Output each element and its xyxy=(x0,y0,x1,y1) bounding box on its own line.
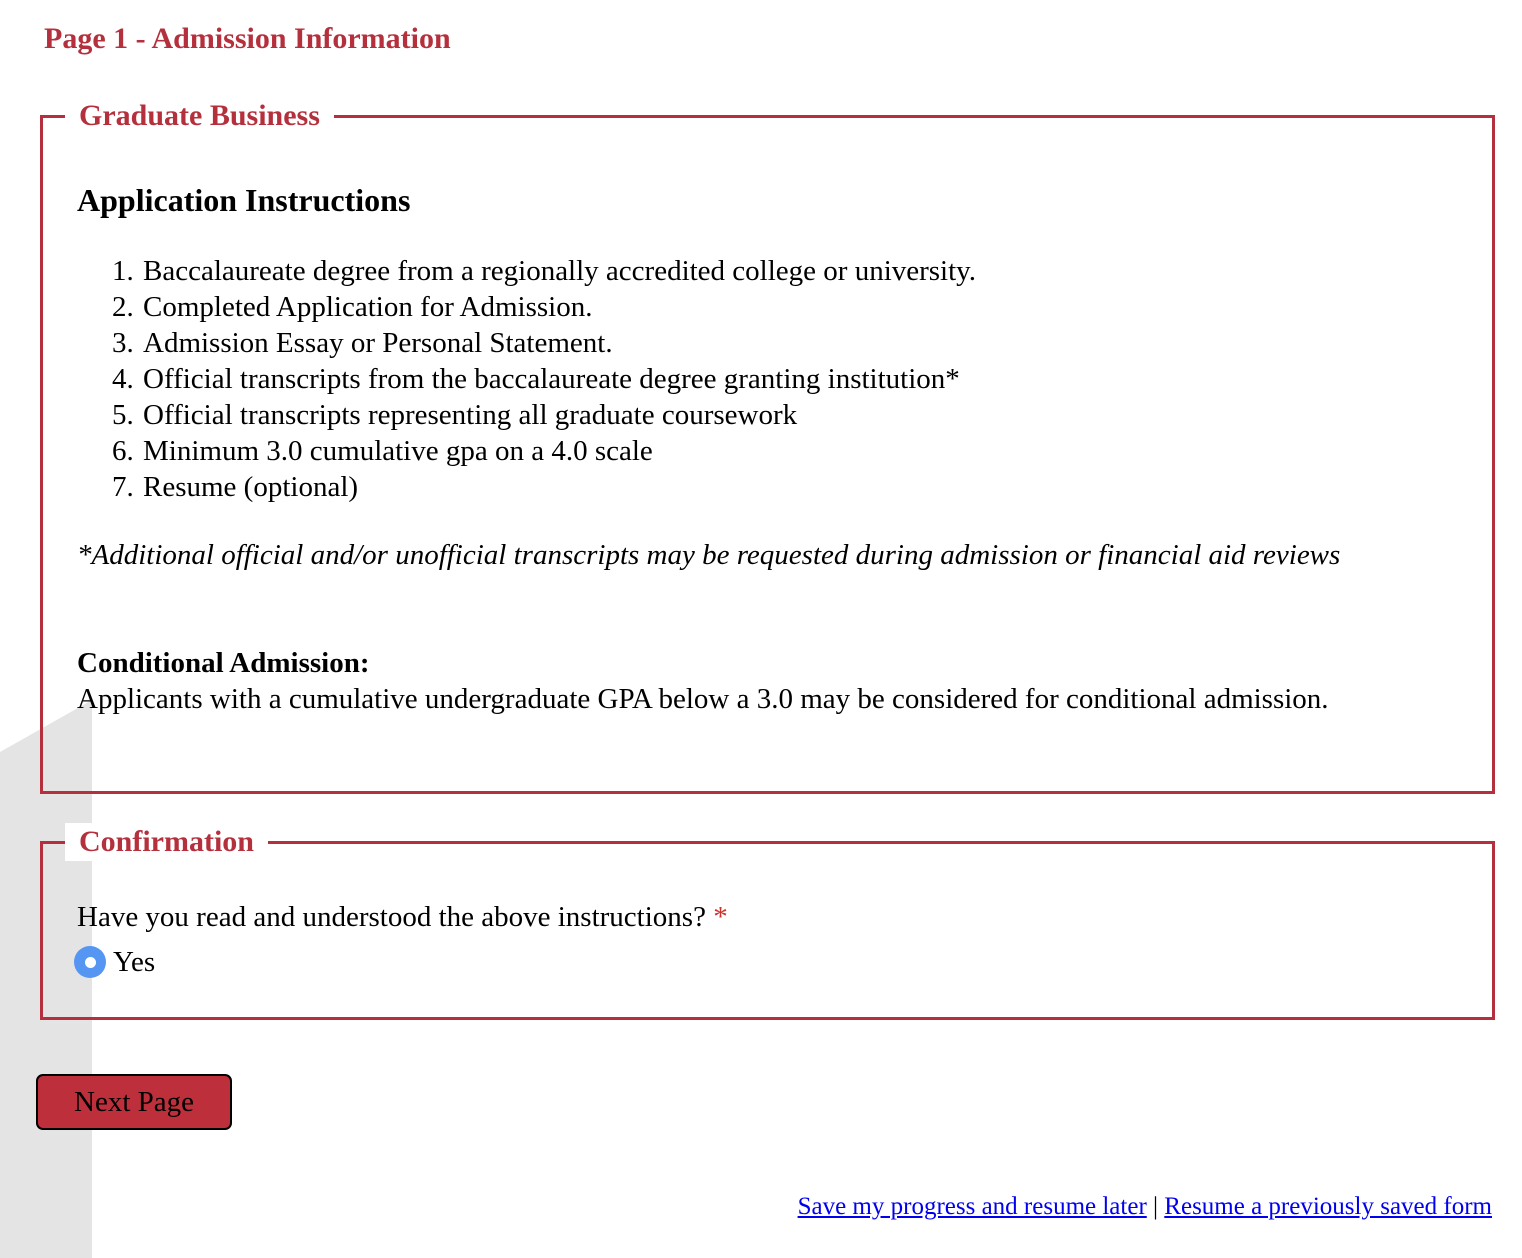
graduate-business-legend: Graduate Business xyxy=(65,97,334,135)
requirements-list: Baccalaureate degree from a regionally a… xyxy=(141,253,976,505)
required-marker: * xyxy=(713,901,728,933)
footer-links: Save my progress and resume later | Resu… xyxy=(798,1190,1492,1224)
yes-radio-label[interactable]: Yes xyxy=(113,944,155,980)
confirmation-section: Confirmation Have you read and understoo… xyxy=(40,823,1495,1020)
yes-radio-button[interactable] xyxy=(74,946,106,978)
list-item: Completed Application for Admission. xyxy=(141,289,976,325)
confirmation-legend: Confirmation xyxy=(65,823,268,861)
graduate-business-section: Graduate Business Application Instructio… xyxy=(40,97,1495,794)
list-item: Admission Essay or Personal Statement. xyxy=(141,325,976,361)
radio-selected-dot xyxy=(84,956,96,968)
link-separator: | xyxy=(1153,1193,1159,1220)
list-item: Baccalaureate degree from a regionally a… xyxy=(141,253,976,289)
resume-saved-form-link[interactable]: Resume a previously saved form xyxy=(1164,1193,1492,1220)
conditional-admission-text: Applicants with a cumulative undergradua… xyxy=(77,683,1329,715)
confirmation-question: Have you read and understood the above i… xyxy=(77,899,728,935)
list-item: Official transcripts representing all gr… xyxy=(141,397,976,433)
transcripts-note: *Additional official and/or unofficial t… xyxy=(77,539,1341,571)
application-instructions-heading: Application Instructions xyxy=(77,182,411,218)
save-progress-link[interactable]: Save my progress and resume later xyxy=(798,1193,1147,1220)
list-item: Resume (optional) xyxy=(141,469,976,505)
list-item: Minimum 3.0 cumulative gpa on a 4.0 scal… xyxy=(141,433,976,469)
list-item: Official transcripts from the baccalaure… xyxy=(141,361,976,397)
yes-radio-option[interactable]: Yes xyxy=(74,944,155,980)
page-title: Page 1 - Admission Information xyxy=(44,22,451,55)
next-page-button[interactable]: Next Page xyxy=(36,1074,232,1130)
conditional-admission-heading: Conditional Admission: xyxy=(77,647,370,679)
confirmation-question-text: Have you read and understood the above i… xyxy=(77,901,706,933)
